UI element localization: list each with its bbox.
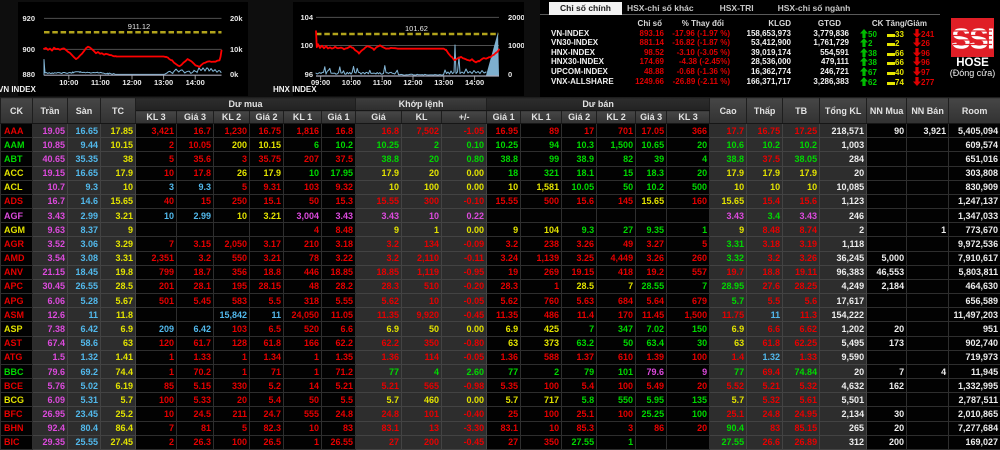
svg-text:920: 920 xyxy=(22,14,35,23)
svg-text:0k: 0k xyxy=(230,70,239,79)
svg-text:10k: 10k xyxy=(230,45,243,54)
svg-text:911.12: 911.12 xyxy=(128,22,150,31)
svg-text:(Đóng cửa): (Đóng cửa) xyxy=(950,68,996,78)
svg-text:1000: 1000 xyxy=(508,41,524,50)
svg-text:100: 100 xyxy=(300,41,313,50)
svg-text:900: 900 xyxy=(22,45,35,54)
svg-text:880: 880 xyxy=(22,70,35,79)
svg-text:2000: 2000 xyxy=(508,13,524,22)
svg-text:20k: 20k xyxy=(230,14,243,23)
svg-text:0: 0 xyxy=(508,70,512,79)
svg-text:104: 104 xyxy=(300,13,313,22)
svg-text:101.62: 101.62 xyxy=(405,24,428,33)
